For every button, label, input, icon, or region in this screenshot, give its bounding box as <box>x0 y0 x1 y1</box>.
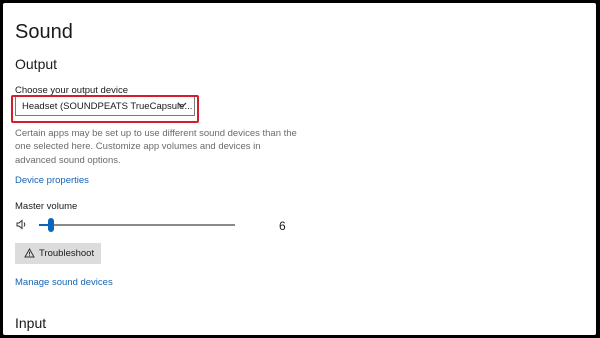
manage-sound-devices-link[interactable]: Manage sound devices <box>15 277 113 288</box>
troubleshoot-label: Troubleshoot <box>39 248 95 259</box>
output-heading: Output <box>15 56 58 72</box>
device-properties-link[interactable]: Device properties <box>15 175 89 186</box>
master-volume-thumb[interactable] <box>47 218 54 232</box>
master-volume-slider[interactable] <box>39 218 235 232</box>
master-volume-label: Master volume <box>15 201 78 212</box>
troubleshoot-button[interactable]: Troubleshoot <box>15 243 101 264</box>
output-device-description: Certain apps may be set up to use differ… <box>15 128 297 166</box>
page-title: Sound <box>15 21 73 43</box>
speaker-icon[interactable] <box>16 219 28 230</box>
dropdown-highlight-box <box>11 95 199 123</box>
master-volume-value: 6 <box>279 219 286 233</box>
warning-icon <box>24 248 35 258</box>
input-heading: Input <box>15 315 47 331</box>
settings-window: Sound Output Choose your output device H… <box>3 3 596 335</box>
